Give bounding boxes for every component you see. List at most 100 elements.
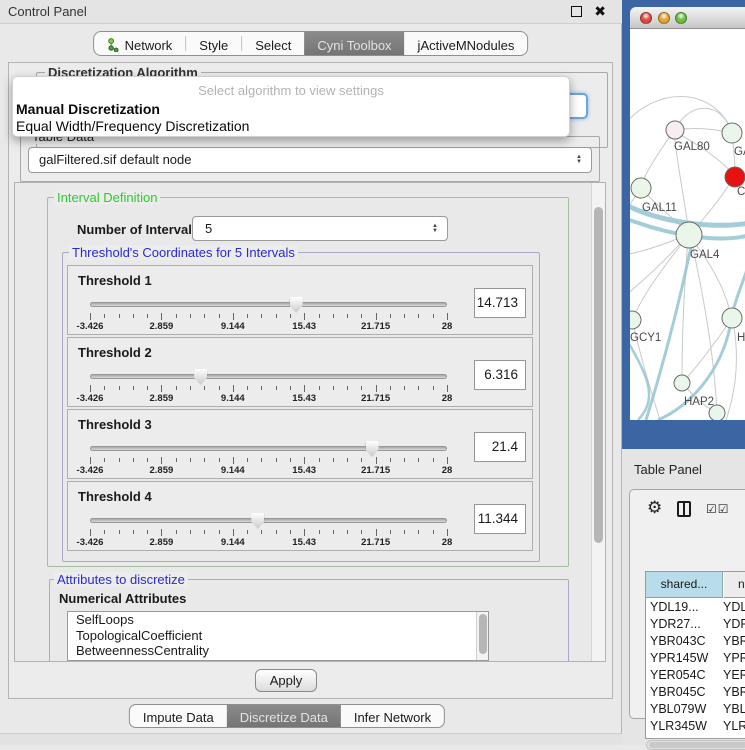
slider-tick (204, 458, 205, 462)
threshold-value-box[interactable]: 21.4 (474, 432, 526, 462)
column-header-name[interactable]: na (724, 572, 745, 598)
network-node[interactable] (676, 222, 702, 248)
tab-label: Discretize Data (240, 710, 328, 725)
column-header-shared[interactable]: shared... (646, 572, 723, 598)
tab-network[interactable]: Network (94, 32, 186, 55)
network-node[interactable] (722, 123, 742, 143)
gear-icon[interactable]: ⚙ (647, 498, 662, 518)
threshold-value-box[interactable]: 11.344 (474, 504, 526, 534)
table-row[interactable]: YPR145WYPR1 (646, 650, 745, 667)
slider-thumb[interactable] (194, 369, 207, 385)
table-row[interactable]: YBL079WYBL0 (646, 701, 745, 718)
threshold-panel: Threshold 4-3.4262.8599.14415.4321.71528… (67, 481, 533, 551)
threshold-value-box[interactable]: 14.713 (474, 288, 526, 318)
network-node-label: H (737, 332, 745, 344)
columns-icon[interactable] (677, 501, 691, 517)
threshold-panel: Threshold 3-3.4262.8599.14415.4321.71528… (67, 409, 533, 479)
attributes-list-scrollbar[interactable] (476, 612, 488, 661)
tab-cyni-toolbox[interactable]: Cyni Toolbox (304, 32, 404, 55)
slider-thumb[interactable] (251, 513, 264, 529)
slider-tick-label: 2.859 (150, 465, 174, 476)
attribute-list-item[interactable]: TopologicalCoefficient (68, 628, 488, 644)
slider-track[interactable] (90, 302, 447, 307)
network-node[interactable] (722, 308, 742, 328)
float-window-icon[interactable] (571, 6, 582, 17)
settings-scrollbar-thumb[interactable] (594, 207, 603, 543)
network-window-titlebar[interactable] (630, 7, 745, 29)
tab-impute-data[interactable]: Impute Data (130, 705, 227, 727)
table-row[interactable]: YDL19...YDL1 (646, 599, 745, 616)
slider-tick (133, 314, 134, 318)
slider-track[interactable] (90, 446, 447, 451)
slider-tick (90, 385, 91, 392)
apply-button[interactable]: Apply (255, 669, 317, 692)
network-node[interactable] (709, 405, 725, 420)
slider-tick (104, 530, 105, 534)
slider-tick (190, 314, 191, 318)
cell-shared-name: YER054C (646, 667, 719, 684)
mac-zoom-button[interactable] (675, 12, 687, 24)
slider-tick (161, 529, 162, 536)
settings-scrollbar[interactable] (591, 183, 605, 661)
slider-tick (304, 457, 305, 464)
slider-tick (190, 386, 191, 390)
slider-tick (119, 458, 120, 462)
table-hscrollbar-thumb[interactable] (649, 742, 745, 748)
table-row[interactable]: YLR345WYLR3 (646, 718, 745, 735)
slider-thumb[interactable] (290, 297, 303, 313)
network-canvas-svg: GAL80GACGAL11GAL4GCY1HHAP2 (630, 29, 745, 420)
number-of-intervals-spinner[interactable]: 5 ▲▼ (192, 216, 448, 241)
table-row[interactable]: YIL052CYIL0 (646, 735, 745, 739)
slider-tick (390, 386, 391, 390)
slider-track[interactable] (90, 518, 447, 523)
numerical-attributes-list[interactable]: SelfLoopsTopologicalCoefficientBetweenne… (67, 611, 489, 661)
slider-tick (333, 386, 334, 390)
table-row[interactable]: YDR27...YDR2 (646, 616, 745, 633)
slider-track[interactable] (90, 374, 447, 379)
tab-jactivemnodules[interactable]: jActiveMNodules (405, 32, 528, 55)
attribute-list-item[interactable]: BetweennessCentrality (68, 643, 488, 659)
slider-tick-label: -3.426 (77, 321, 104, 332)
algorithm-option-manual[interactable]: Manual Discretization (16, 101, 160, 117)
tab-infer-network[interactable]: Infer Network (341, 705, 444, 727)
slider-tick (404, 458, 405, 462)
network-node[interactable] (725, 167, 745, 187)
network-node[interactable] (630, 311, 641, 329)
network-node-label: GAL11 (642, 202, 677, 214)
mac-close-button[interactable] (640, 12, 652, 24)
table-row[interactable]: YER054CYER0 (646, 667, 745, 684)
threshold-panel: Threshold 2-3.4262.8599.14415.4321.71528… (67, 337, 533, 407)
network-window: GAL80GACGAL11GAL4GCY1HHAP2 (622, 0, 745, 449)
table-data-combobox[interactable]: galFiltered.sif default node ▲▼ (28, 147, 592, 173)
tab-discretize-data[interactable]: Discretize Data (227, 705, 341, 727)
network-edge[interactable] (630, 236, 687, 297)
slider-tick-label: 2.859 (150, 537, 174, 548)
tab-label: Infer Network (354, 710, 431, 725)
slider-tick (233, 385, 234, 392)
slider-thumb[interactable] (366, 441, 379, 457)
slider-tick (447, 529, 448, 536)
network-edge[interactable] (641, 132, 673, 186)
threshold-value-box[interactable]: 6.316 (474, 360, 526, 390)
network-node[interactable] (666, 121, 684, 139)
slider-tick-label: 15.43 (292, 393, 316, 404)
network-node[interactable] (674, 375, 690, 391)
algorithm-option-equal-width[interactable]: Equal Width/Frequency Discretization (16, 118, 249, 134)
table-row[interactable]: YBR045CYBR0 (646, 684, 745, 701)
close-icon[interactable]: ✖ (594, 3, 606, 20)
slider-tick (161, 313, 162, 320)
network-node[interactable] (631, 178, 651, 198)
mac-minimize-button[interactable] (658, 12, 670, 24)
attribute-list-item[interactable]: SelfLoops (68, 612, 488, 628)
slider-tick-label: 28 (442, 537, 453, 548)
attributes-scrollbar-thumb[interactable] (479, 614, 487, 654)
node-table: shared... na YDL19...YDL1YDR27...YDR2YBR… (645, 571, 745, 739)
tab-style[interactable]: Style (186, 32, 241, 55)
table-hscrollbar[interactable] (646, 740, 745, 750)
slider-tick (190, 530, 191, 534)
numerical-attributes-label: Numerical Attributes (59, 591, 186, 606)
network-canvas[interactable]: GAL80GACGAL11GAL4GCY1HHAP2 (630, 29, 745, 420)
table-row[interactable]: YBR043CYBR0 (646, 633, 745, 650)
tab-select[interactable]: Select (242, 32, 304, 55)
checkboxes-icon[interactable]: ☑☑ (706, 502, 730, 516)
